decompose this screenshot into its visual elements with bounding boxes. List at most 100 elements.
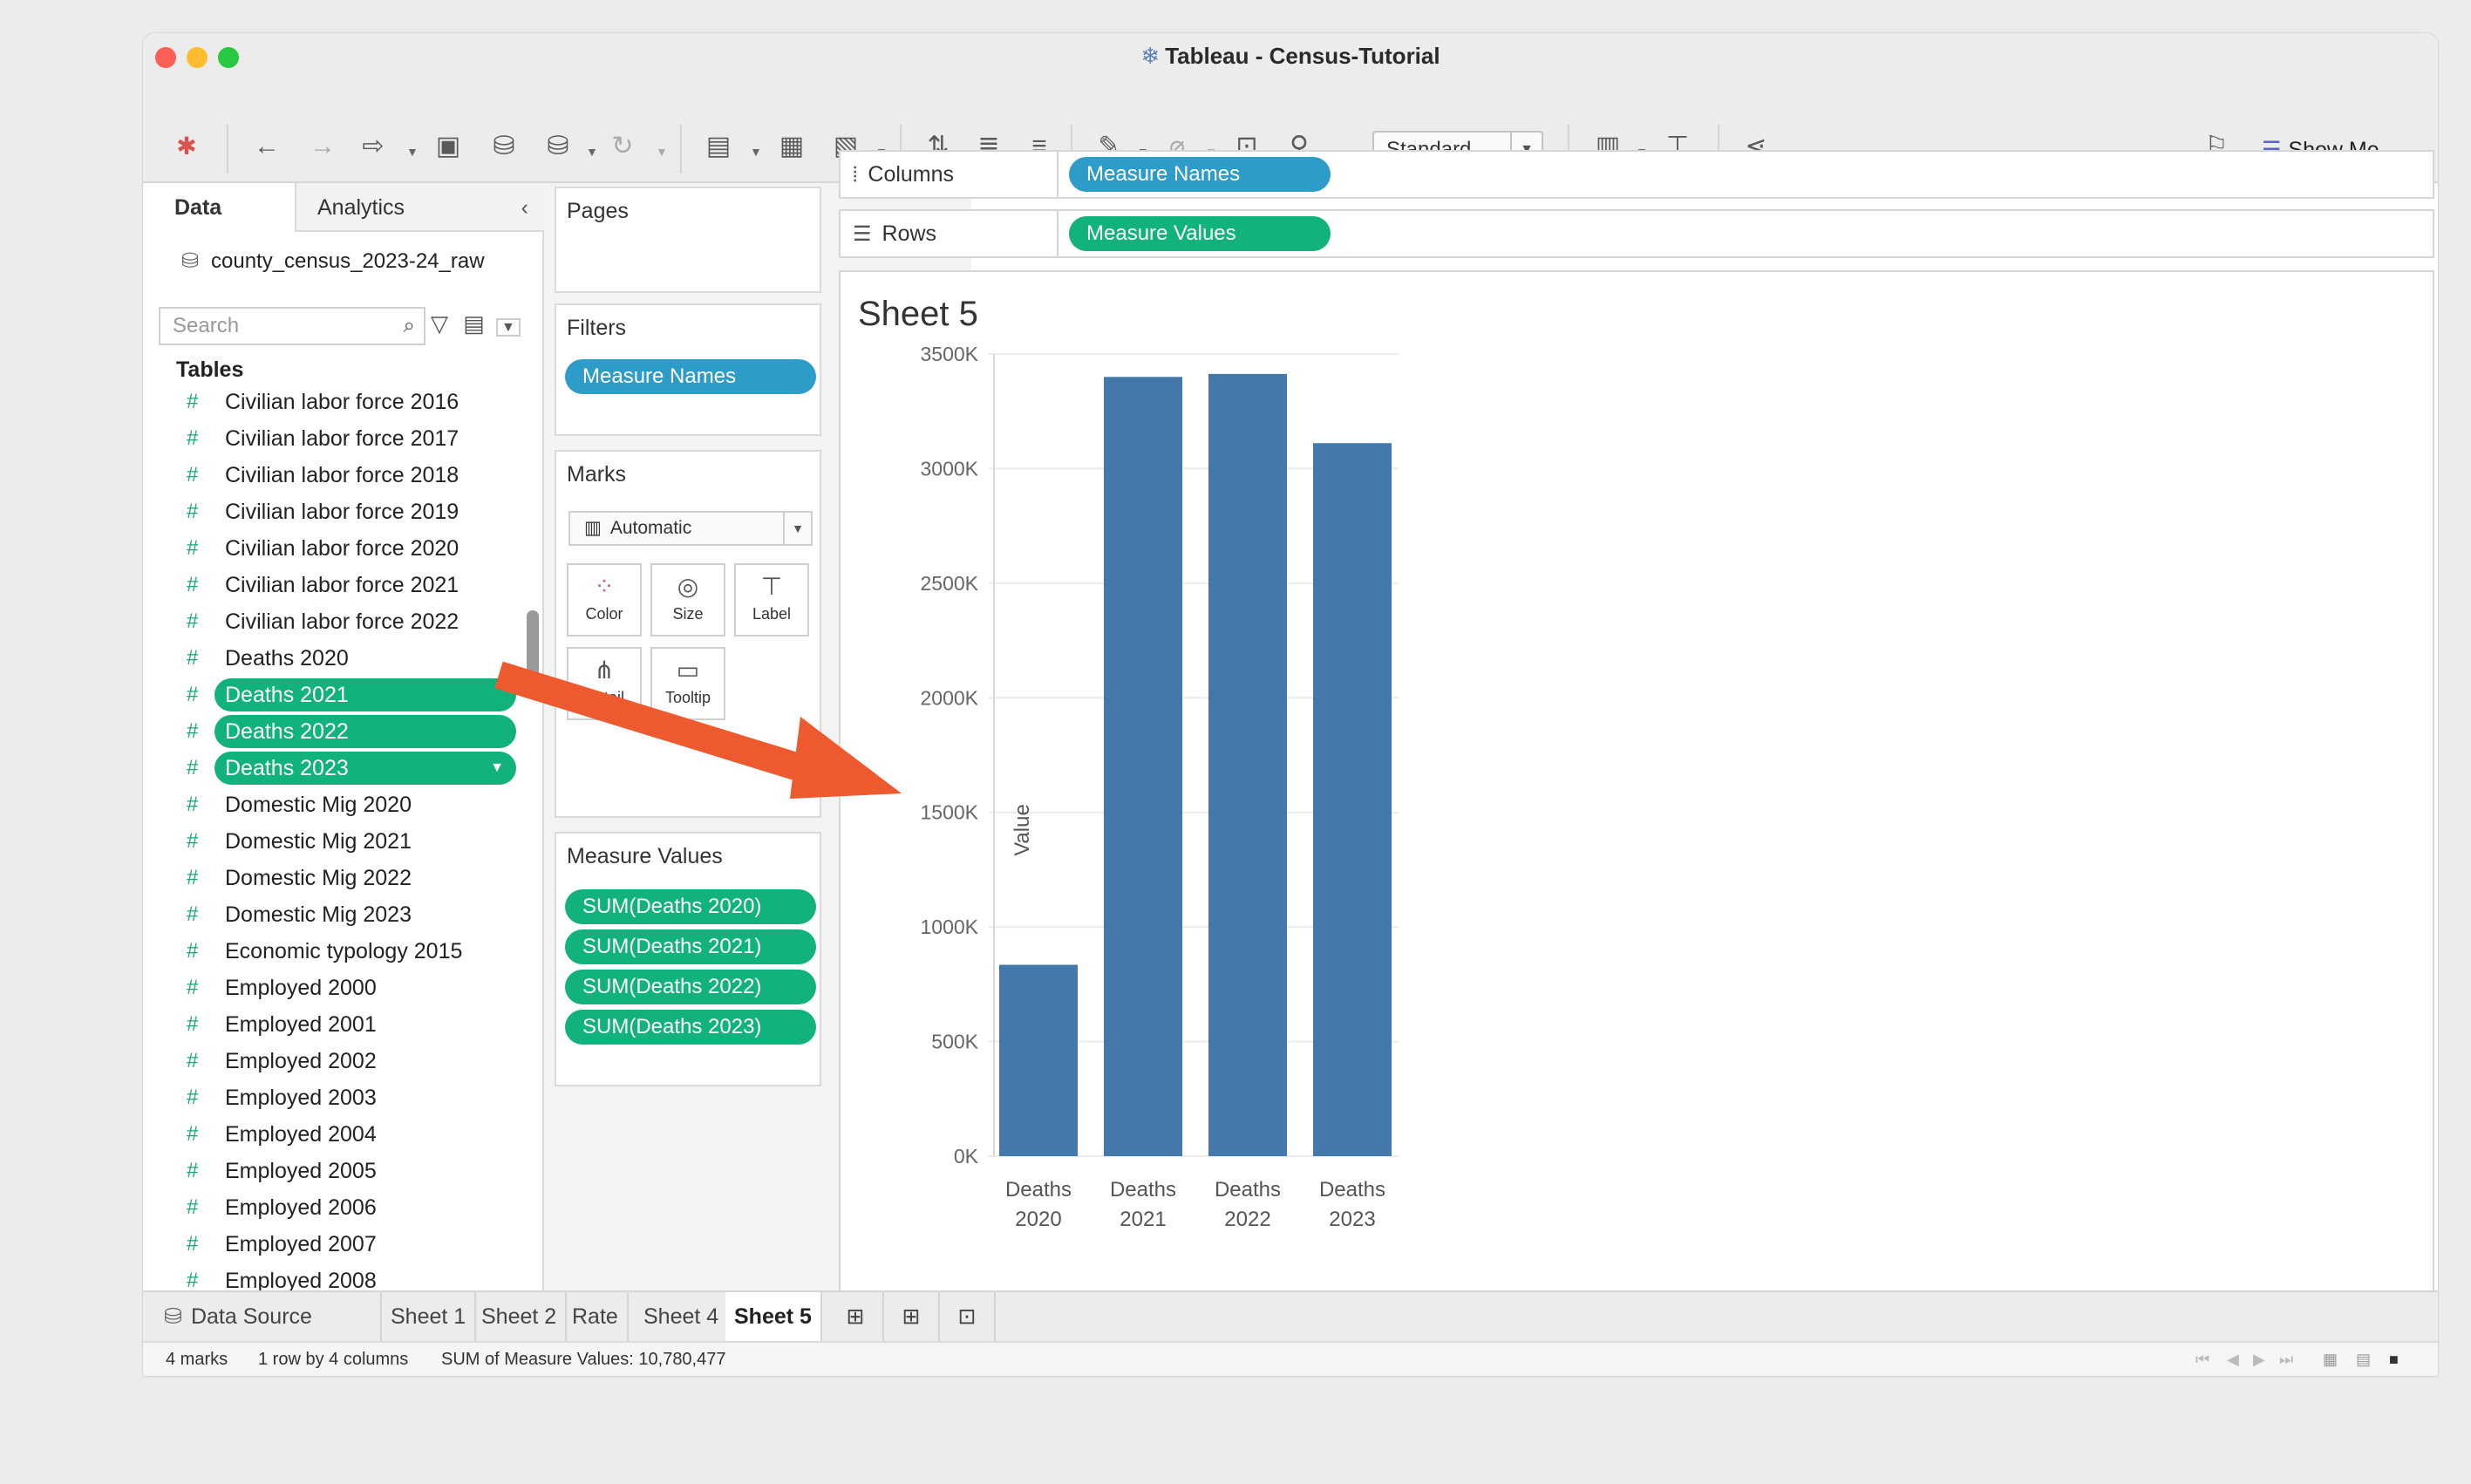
detail-button[interactable]: ⋔ Detail <box>567 647 642 720</box>
new-datasource-icon[interactable]: ⛁ <box>487 129 521 164</box>
tooltip-button[interactable]: ▭ Tooltip <box>650 647 725 720</box>
pages-card[interactable]: Pages <box>555 187 821 293</box>
bar-deaths-2020[interactable] <box>999 964 1078 1156</box>
view-options-icon[interactable]: ▼ <box>496 318 521 337</box>
field-menu-caret-icon[interactable]: ▼ <box>490 752 504 785</box>
tab-data-source[interactable]: ⛁ Data Source <box>152 1292 382 1343</box>
collapse-pane-icon[interactable]: ‹ <box>521 183 528 232</box>
list-view-icon[interactable]: ▤ <box>2356 1343 2371 1376</box>
tab-rate[interactable]: Rate <box>563 1292 629 1343</box>
tab-sheet-4[interactable]: Sheet 4 <box>635 1292 730 1343</box>
measure-pill-deaths-2020[interactable]: SUM(Deaths 2020) <box>565 889 816 924</box>
datasource-dropdown-icon[interactable]: ▼ <box>586 145 598 159</box>
redo-icon[interactable]: → <box>305 129 340 164</box>
field-item[interactable]: # Domestic Mig 2020 <box>187 788 509 821</box>
columns-pill-measure-names[interactable]: Measure Names <box>1069 157 1331 192</box>
previous-page-icon[interactable]: ◀ <box>2227 1343 2239 1376</box>
new-worksheet-dropdown-icon[interactable]: ▼ <box>750 145 762 159</box>
filter-icon[interactable]: ▽ <box>431 310 448 337</box>
save-icon[interactable]: ▣ <box>431 129 466 164</box>
field-name: Civilian labor force 2022 <box>225 609 459 634</box>
field-item[interactable]: # Employed 2005 <box>187 1154 509 1188</box>
field-name: Domestic Mig 2022 <box>225 866 412 890</box>
field-item[interactable]: # Domestic Mig 2021 <box>187 825 509 858</box>
field-item[interactable]: # Civilian labor force 2018 <box>187 459 509 492</box>
filters-card[interactable]: Filters Measure Names <box>555 303 821 436</box>
tableau-home-icon[interactable]: ✱ <box>169 129 204 164</box>
field-list: # Civilian labor force 2016 # Civilian labo… <box>143 385 527 1327</box>
field-item[interactable]: # Employed 2007 <box>187 1228 509 1261</box>
measure-pill-deaths-2023[interactable]: SUM(Deaths 2023) <box>565 1010 816 1045</box>
field-name: Economic typology 2015 <box>225 939 463 963</box>
duplicate-sheet-icon[interactable]: ▦ <box>774 129 809 164</box>
field-item[interactable]: # Employed 2004 <box>187 1118 509 1151</box>
new-story-tab-icon[interactable]: ⊡ <box>940 1292 996 1343</box>
last-page-icon[interactable]: ⏭ <box>2279 1343 2293 1376</box>
bar-deaths-2021[interactable] <box>1104 377 1182 1156</box>
label-button[interactable]: ⊤ Label <box>734 563 809 636</box>
field-item[interactable]: # Economic typology 2015 <box>187 935 509 968</box>
tab-sheet-5[interactable]: Sheet 5 <box>725 1292 822 1343</box>
y-tick-label: 1500K <box>920 801 978 824</box>
measure-hash-icon: # <box>187 1049 199 1072</box>
new-dashboard-tab-icon[interactable]: ⊞ <box>884 1292 940 1343</box>
field-item[interactable]: # Domestic Mig 2023 <box>187 898 509 931</box>
field-item[interactable]: # Civilian labor force 2019 <box>187 495 509 528</box>
data-pane-scrollbar[interactable] <box>527 610 539 698</box>
pages-title: Pages <box>567 199 629 223</box>
field-item[interactable]: # Civilian labor force 2016 <box>187 385 509 419</box>
filmstrip-view-icon[interactable]: ■ <box>2389 1343 2399 1376</box>
x-category-label: Deaths <box>1319 1178 1385 1201</box>
detail-icon: ⋔ <box>594 657 615 684</box>
tab-sheet-1[interactable]: Sheet 1 <box>382 1292 477 1343</box>
field-item[interactable]: # Employed 2000 <box>187 971 509 1004</box>
rows-pill-measure-values[interactable]: Measure Values <box>1069 216 1331 251</box>
field-item[interactable]: # Deaths 2022 <box>187 715 516 748</box>
undo-icon[interactable]: ← <box>249 129 284 164</box>
columns-shelf[interactable]: ⦙ Columns Measure Names <box>839 150 2434 199</box>
y-tick-label: 0K <box>954 1145 979 1167</box>
rows-shelf[interactable]: ☰ Rows Measure Values <box>839 209 2434 258</box>
new-worksheet-icon[interactable]: ▤ <box>701 129 736 164</box>
field-item[interactable]: # Deaths 2021 <box>187 678 516 711</box>
replay-dropdown-icon[interactable]: ▼ <box>406 145 419 159</box>
tab-analytics[interactable]: Analytics ‹ <box>296 183 544 232</box>
refresh-dropdown-icon[interactable]: ▼ <box>656 145 668 159</box>
next-page-icon[interactable]: ▶ <box>2253 1343 2265 1376</box>
filter-pill-measure-names[interactable]: Measure Names <box>565 359 816 394</box>
field-item[interactable]: # Civilian labor force 2020 <box>187 532 509 565</box>
mark-type-dropdown[interactable]: ▥ Automatic ▼ <box>568 511 813 546</box>
field-item[interactable]: # Employed 2002 <box>187 1045 509 1078</box>
tab-data[interactable]: Data <box>143 183 296 232</box>
bar-deaths-2022[interactable] <box>1208 373 1287 1157</box>
refresh-icon[interactable]: ↻ <box>605 129 640 164</box>
field-name: Employed 2005 <box>225 1159 377 1183</box>
first-page-icon[interactable]: ⏮ <box>2195 1343 2209 1376</box>
view-list-icon[interactable]: ▤ <box>463 310 485 337</box>
size-button[interactable]: ◎ Size <box>650 563 725 636</box>
field-item[interactable]: # Employed 2006 <box>187 1191 509 1224</box>
field-item[interactable]: # Civilian labor force 2021 <box>187 568 509 602</box>
tab-sheet-2[interactable]: Sheet 2 <box>473 1292 568 1343</box>
search-input[interactable]: Search ⌕ <box>159 307 425 345</box>
field-item[interactable]: # Domestic Mig 2022 <box>187 861 509 895</box>
datasource-item[interactable]: ⛁ county_census_2023-24_raw <box>181 244 485 279</box>
color-button[interactable]: ⁘ Color <box>567 563 642 636</box>
field-item[interactable]: # Civilian labor force 2022 <box>187 605 509 638</box>
measure-pill-deaths-2022[interactable]: SUM(Deaths 2022) <box>565 970 816 1004</box>
pause-updates-icon[interactable]: ⛁ <box>541 129 575 164</box>
new-worksheet-tab-icon[interactable]: ⊞ <box>828 1292 884 1343</box>
field-item[interactable]: # Deaths 2020 <box>187 642 509 675</box>
y-tick-label: 3500K <box>920 343 978 365</box>
measure-hash-icon: # <box>187 1195 199 1219</box>
field-item[interactable]: # Employed 2001 <box>187 1008 509 1041</box>
chevron-down-icon: ▼ <box>783 513 811 544</box>
field-item[interactable]: # Deaths 2023 ▼ <box>187 752 516 785</box>
field-item[interactable]: # Civilian labor force 2017 <box>187 422 509 455</box>
measure-pill-deaths-2021[interactable]: SUM(Deaths 2021) <box>565 929 816 964</box>
grid-view-icon[interactable]: ▦ <box>2323 1343 2338 1376</box>
measure-hash-icon: # <box>187 939 199 963</box>
bar-deaths-2023[interactable] <box>1313 443 1392 1156</box>
replay-animation-icon[interactable]: ⇨ <box>356 129 391 164</box>
field-item[interactable]: # Employed 2003 <box>187 1081 509 1114</box>
